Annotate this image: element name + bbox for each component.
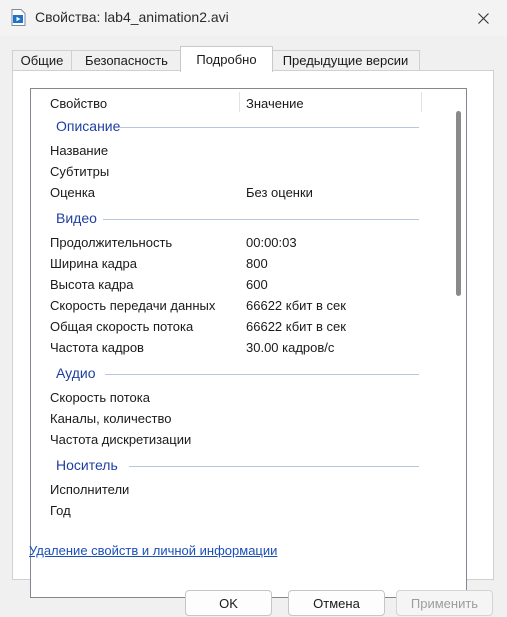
- property-value[interactable]: 66622 кбит в сек: [246, 319, 346, 334]
- property-label[interactable]: Скорость потока: [50, 390, 150, 405]
- property-label[interactable]: Продолжительность: [50, 235, 172, 250]
- group-header-audio: Аудио: [56, 365, 96, 381]
- properties-list[interactable]: Свойство Значение Описание Название Субт…: [30, 88, 467, 598]
- close-icon: [477, 12, 489, 24]
- remove-properties-link[interactable]: Удаление свойств и личной информации: [29, 543, 277, 558]
- close-button[interactable]: [460, 0, 506, 36]
- scrollbar-thumb[interactable]: [456, 111, 461, 296]
- tab-details[interactable]: Подробно: [180, 46, 273, 72]
- column-header-property[interactable]: Свойство: [50, 96, 107, 111]
- tab-previous-versions[interactable]: Предыдущие версии: [271, 50, 420, 71]
- video-file-icon: [11, 9, 26, 26]
- group-divider: [119, 127, 419, 128]
- property-label[interactable]: Название: [50, 143, 108, 158]
- list-header: Свойство Значение: [31, 89, 447, 113]
- property-label[interactable]: Высота кадра: [50, 277, 134, 292]
- group-divider: [105, 374, 419, 375]
- property-value[interactable]: 66622 кбит в сек: [246, 298, 346, 313]
- property-label[interactable]: Общая скорость потока: [50, 319, 193, 334]
- property-label[interactable]: Каналы, количество: [50, 411, 171, 426]
- window-title: Свойства: lab4_animation2.avi: [35, 9, 229, 25]
- vertical-scrollbar[interactable]: [451, 89, 466, 579]
- group-divider: [129, 466, 419, 467]
- column-divider[interactable]: [239, 92, 240, 112]
- title-bar: Свойства: lab4_animation2.avi: [0, 0, 507, 36]
- cancel-button[interactable]: Отмена: [288, 590, 385, 616]
- column-header-value[interactable]: Значение: [246, 96, 304, 111]
- property-label[interactable]: Оценка: [50, 185, 95, 200]
- ok-button[interactable]: OK: [185, 590, 272, 616]
- group-header-description: Описание: [56, 118, 121, 134]
- property-label[interactable]: Частота дискретизации: [50, 432, 191, 447]
- property-value[interactable]: Без оценки: [246, 185, 313, 200]
- property-label[interactable]: Ширина кадра: [50, 256, 137, 271]
- group-header-video: Видео: [56, 210, 97, 226]
- tab-security[interactable]: Безопасность: [71, 50, 182, 71]
- property-value[interactable]: 00:00:03: [246, 235, 297, 250]
- property-label[interactable]: Год: [50, 503, 71, 518]
- apply-button[interactable]: Применить: [396, 590, 493, 616]
- property-value[interactable]: 800: [246, 256, 268, 271]
- group-header-media: Носитель: [56, 457, 118, 473]
- property-label[interactable]: Исполнители: [50, 482, 129, 497]
- property-label[interactable]: Частота кадров: [50, 340, 144, 355]
- property-label[interactable]: Субтитры: [50, 164, 109, 179]
- column-divider[interactable]: [421, 92, 422, 112]
- property-label[interactable]: Скорость передачи данных: [50, 298, 215, 313]
- group-divider: [103, 219, 419, 220]
- tab-general[interactable]: Общие: [12, 50, 72, 71]
- details-panel: Свойство Значение Описание Название Субт…: [12, 70, 494, 598]
- property-value[interactable]: 600: [246, 277, 268, 292]
- property-value[interactable]: 30.00 кадров/с: [246, 340, 334, 355]
